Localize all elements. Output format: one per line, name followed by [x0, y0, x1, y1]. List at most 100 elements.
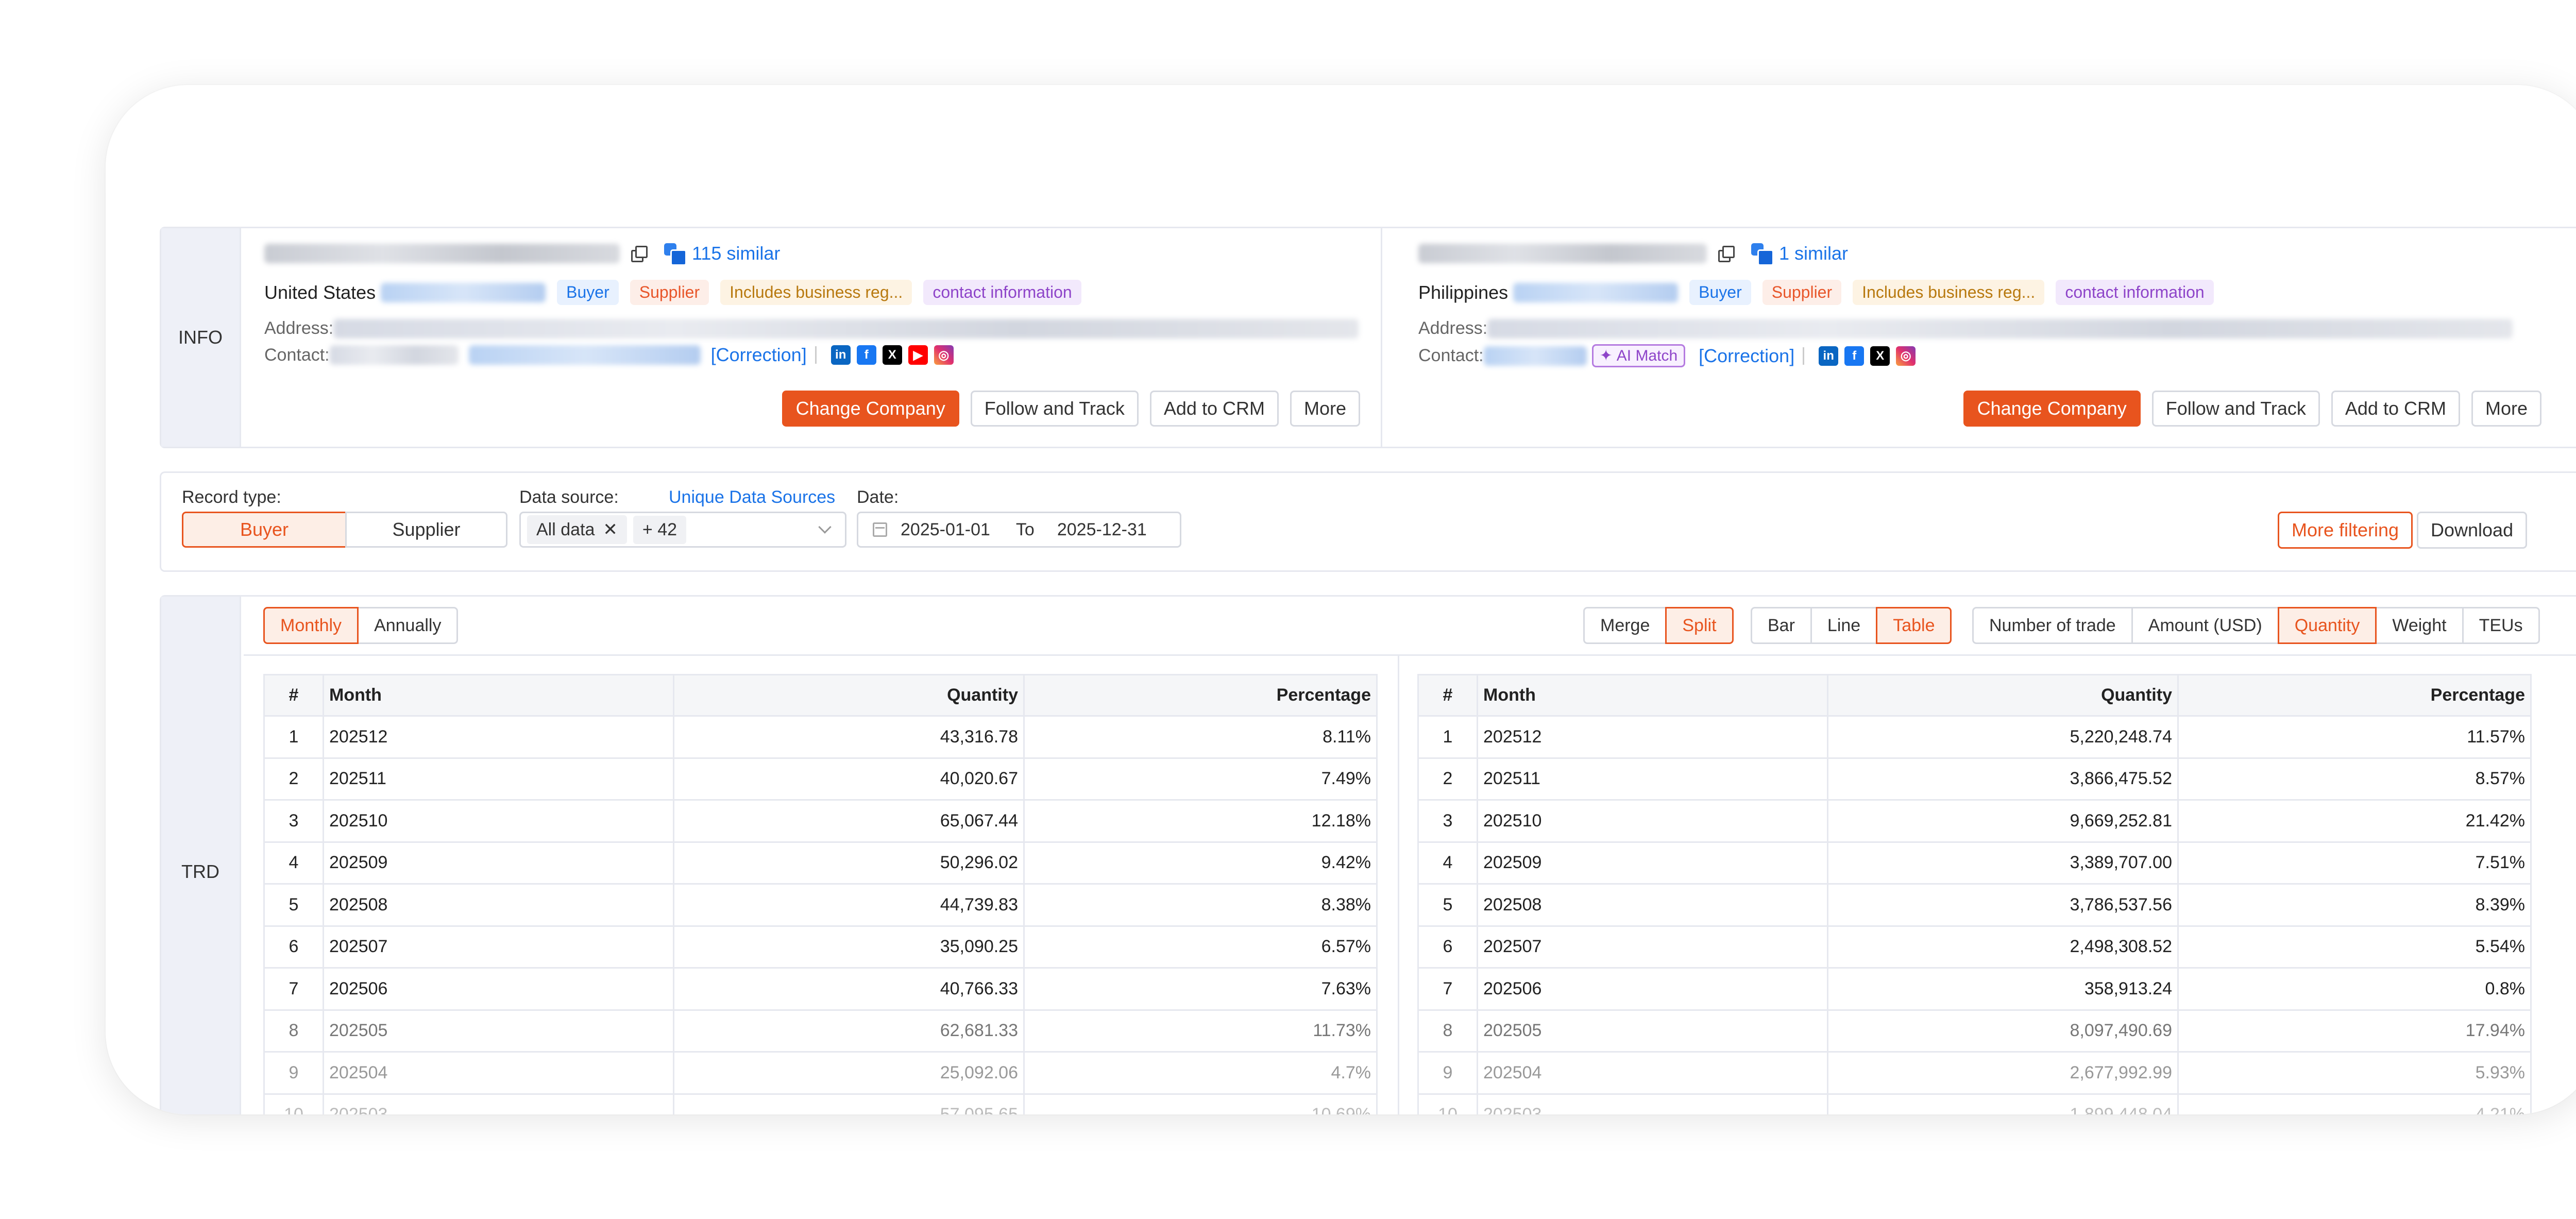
linkedin-icon[interactable]: in	[831, 345, 851, 365]
cell-index: 5	[263, 883, 324, 927]
company-card-left: 115 similar United States Buyer Supplier…	[244, 228, 1382, 447]
data-source-select[interactable]: All data ✕ + 42	[519, 512, 846, 548]
view-bar[interactable]: Bar	[1751, 607, 1812, 644]
record-type-buyer[interactable]: Buyer	[182, 512, 347, 548]
metric-quantity[interactable]: Quantity	[2277, 607, 2377, 644]
instagram-icon[interactable]: ◎	[1896, 346, 1916, 366]
date-range-picker[interactable]: 2025-01-01 To 2025-12-31	[857, 512, 1181, 548]
date-label: Date:	[857, 487, 899, 507]
unique-data-sources-link[interactable]: Unique Data Sources	[669, 487, 835, 507]
similar-link[interactable]: 115 similar	[692, 243, 780, 264]
col-month[interactable]: Month	[323, 674, 674, 717]
cell-index: 8	[263, 1009, 324, 1053]
date-from[interactable]: 2025-01-01	[901, 520, 990, 540]
cell-index: 1	[1417, 715, 1478, 759]
add-to-crm-button[interactable]: Add to CRM	[1149, 391, 1279, 427]
cell-month: 202509	[323, 841, 674, 885]
metric-number-of-trade[interactable]: Number of trade	[1972, 607, 2133, 644]
cell-percentage: 7.51%	[2177, 841, 2532, 885]
similar-link[interactable]: 1 similar	[1779, 243, 1848, 264]
close-icon[interactable]: ✕	[603, 519, 618, 540]
date-to[interactable]: 2025-12-31	[1057, 520, 1147, 540]
trade-section: TRD Monthly Annually Merge Split Bar Lin…	[160, 595, 2576, 1114]
cell-month: 202507	[323, 925, 674, 969]
cell-month: 202505	[1477, 1009, 1828, 1053]
correction-link[interactable]: [Correction]	[711, 344, 807, 366]
metric-teus[interactable]: TEUs	[2462, 607, 2540, 644]
record-type-supplier[interactable]: Supplier	[345, 512, 507, 548]
cell-quantity: 57,095.65	[673, 1093, 1025, 1114]
more-filtering-button[interactable]: More filtering	[2278, 512, 2413, 549]
x-icon[interactable]: X	[1870, 346, 1890, 366]
cell-month: 202505	[323, 1009, 674, 1053]
follow-track-button[interactable]: Follow and Track	[2151, 391, 2320, 427]
cell-month: 202504	[1477, 1051, 1828, 1095]
layout-merge[interactable]: Merge	[1583, 607, 1667, 644]
cell-month: 202512	[323, 715, 674, 759]
table-row: 4 202509 50,296.02 9.42%	[263, 841, 1378, 885]
cell-index: 2	[263, 757, 324, 801]
cell-quantity: 358,913.24	[1827, 967, 2179, 1011]
cell-percentage: 0.8%	[2177, 967, 2532, 1011]
company-name-redacted	[264, 244, 620, 263]
similar-companies-icon	[1751, 243, 1774, 266]
cell-index: 7	[1417, 967, 1478, 1011]
period-monthly[interactable]: Monthly	[263, 607, 359, 644]
cell-percentage: 21.42%	[2177, 799, 2532, 843]
correction-link[interactable]: [Correction]	[1699, 345, 1794, 367]
col-percentage[interactable]: Percentage	[1023, 674, 1378, 717]
x-icon[interactable]: X	[882, 345, 902, 365]
table-row: 5 202508 44,739.83 8.38%	[263, 883, 1378, 927]
instagram-icon[interactable]: ◎	[934, 345, 954, 365]
change-company-button[interactable]: Change Company	[782, 391, 959, 427]
youtube-icon[interactable]: ▶	[908, 345, 928, 365]
download-button[interactable]: Download	[2417, 512, 2528, 549]
period-annually[interactable]: Annually	[357, 607, 459, 644]
view-table[interactable]: Table	[1876, 607, 1952, 644]
more-button[interactable]: More	[2471, 391, 2541, 427]
copy-icon[interactable]	[1718, 246, 1735, 262]
cell-percentage: 6.57%	[1023, 925, 1378, 969]
cell-percentage: 4.21%	[2177, 1093, 2532, 1114]
cell-index: 8	[1417, 1009, 1478, 1053]
ai-match-tag[interactable]: ✦ AI Match	[1591, 344, 1686, 367]
table-row: 1 202512 43,316.78 8.11%	[263, 715, 1378, 759]
period-toggle: Monthly Annually	[263, 607, 459, 644]
add-to-crm-button[interactable]: Add to CRM	[2331, 391, 2460, 427]
cell-percentage: 7.63%	[1023, 967, 1378, 1011]
cell-index: 9	[1417, 1051, 1478, 1095]
cell-index: 6	[1417, 925, 1478, 969]
follow-track-button[interactable]: Follow and Track	[970, 391, 1139, 427]
col-quantity[interactable]: Quantity	[1827, 674, 2179, 717]
view-line[interactable]: Line	[1810, 607, 1878, 644]
supplier-tag: Supplier	[630, 280, 709, 305]
copy-icon[interactable]	[631, 246, 648, 262]
cell-index: 9	[263, 1051, 324, 1095]
data-source-label: Data source:	[519, 487, 619, 507]
change-company-button[interactable]: Change Company	[1963, 391, 2141, 427]
col-month[interactable]: Month	[1477, 674, 1828, 717]
cell-month: 202507	[1477, 925, 1828, 969]
facebook-icon[interactable]: f	[1844, 346, 1865, 366]
cell-index: 5	[1417, 883, 1478, 927]
metric-amount[interactable]: Amount (USD)	[2131, 607, 2279, 644]
linkedin-icon[interactable]: in	[1819, 346, 1839, 366]
contact-info-tag: contact information	[923, 280, 1081, 305]
cell-percentage: 8.38%	[1023, 883, 1378, 927]
col-quantity[interactable]: Quantity	[673, 674, 1025, 717]
facebook-icon[interactable]: f	[856, 345, 876, 365]
table-header: # Month Quantity Percentage	[1417, 674, 2532, 717]
col-percentage[interactable]: Percentage	[2177, 674, 2532, 717]
date-to-label: To	[1015, 519, 1035, 539]
cell-quantity: 35,090.25	[673, 925, 1025, 969]
cell-month: 202510	[1477, 799, 1828, 843]
more-button[interactable]: More	[1290, 391, 1360, 427]
cell-index: 1	[263, 715, 324, 759]
table-row: 5 202508 3,786,537.56 8.39%	[1417, 883, 2532, 927]
content-frame: INFO 115 similar United States Buyer Sup…	[160, 142, 2576, 1114]
company-card-right: 1 similar Philippines Buyer Supplier Inc…	[1398, 228, 2541, 447]
metric-weight[interactable]: Weight	[2375, 607, 2464, 644]
data-source-more-chip: + 42	[633, 515, 687, 544]
cell-percentage: 5.54%	[2177, 925, 2532, 969]
layout-split[interactable]: Split	[1665, 607, 1734, 644]
